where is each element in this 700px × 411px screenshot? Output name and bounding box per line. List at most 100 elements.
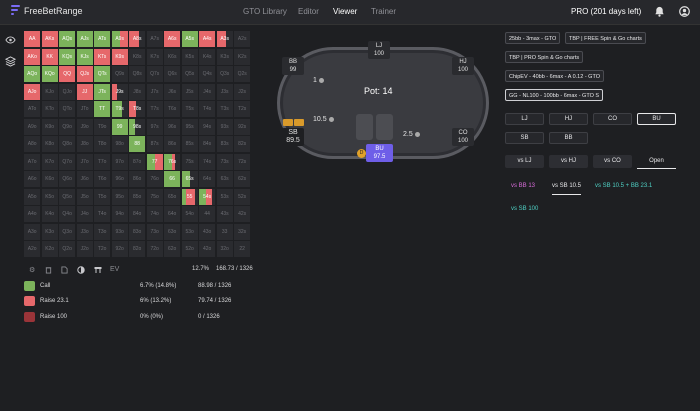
hand-cell[interactable]: T9s (111, 101, 128, 118)
hand-cell[interactable]: T7s (146, 101, 163, 118)
hand-cell[interactable]: Q7o (59, 153, 76, 170)
hand-cell[interactable]: 43s (216, 206, 233, 223)
hand-cell[interactable]: Q4s (199, 66, 216, 83)
hand-cell[interactable]: 52s (234, 188, 251, 205)
hand-cell[interactable]: 92s (234, 118, 251, 135)
hand-cell[interactable]: 55 (181, 188, 198, 205)
hand-cell[interactable]: A8s (129, 31, 146, 48)
hand-cell[interactable]: Q2o (59, 241, 76, 258)
hand-cell[interactable]: K9o (41, 118, 58, 135)
eye-icon[interactable] (4, 35, 16, 47)
hand-cell[interactable]: Q4o (59, 206, 76, 223)
hand-cell[interactable]: J8o (76, 136, 93, 153)
line-vs-sb-10-5[interactable]: vs SB 10.5 (552, 181, 582, 195)
position-hj[interactable]: HJ (549, 113, 588, 125)
hand-cell[interactable]: A4o (24, 206, 41, 223)
hand-cell[interactable]: Q8s (129, 66, 146, 83)
hand-cell[interactable]: Q9s (111, 66, 128, 83)
hand-cell[interactable]: 97o (111, 153, 128, 170)
hand-cell[interactable]: 85s (181, 136, 198, 153)
hand-cell[interactable]: A8o (24, 136, 41, 153)
hand-cell[interactable]: 77 (146, 153, 163, 170)
seat-hj[interactable]: HJ 100 (452, 57, 474, 75)
hand-cell[interactable]: A6s (164, 31, 181, 48)
hand-cell[interactable]: 95s (181, 118, 198, 135)
hand-cell[interactable]: T5s (181, 101, 198, 118)
hand-cell[interactable]: 82o (129, 241, 146, 258)
hand-cell[interactable]: AJo (24, 83, 41, 100)
hand-cell[interactable]: 84o (129, 206, 146, 223)
hand-cell[interactable]: 86o (129, 171, 146, 188)
hand-cell[interactable]: 32s (234, 223, 251, 240)
hand-cell[interactable]: KK (41, 48, 58, 65)
hand-cell[interactable]: J2o (76, 241, 93, 258)
hand-cell[interactable]: 64o (164, 206, 181, 223)
hand-cell[interactable]: 88 (129, 136, 146, 153)
hand-cell[interactable]: 72s (234, 153, 251, 170)
hand-cell[interactable]: T6s (164, 101, 181, 118)
hand-cell[interactable]: Q2s (234, 66, 251, 83)
hand-cell[interactable]: J9s (111, 83, 128, 100)
hand-cell[interactable]: QQ (59, 66, 76, 83)
hand-cell[interactable]: ATo (24, 101, 41, 118)
hand-cell[interactable]: 52o (181, 241, 198, 258)
hand-cell[interactable]: Q6o (59, 171, 76, 188)
hand-cell[interactable]: 76o (146, 171, 163, 188)
hand-cell[interactable]: Q6s (164, 66, 181, 83)
contrast-icon[interactable] (77, 266, 85, 276)
hand-cell[interactable]: AKo (24, 48, 41, 65)
hand-cell[interactable]: 76s (164, 153, 181, 170)
hand-cell[interactable]: T4o (94, 206, 111, 223)
hand-cell[interactable]: A5s (181, 31, 198, 48)
hand-cell[interactable]: QJo (59, 83, 76, 100)
hand-cell[interactable]: K5s (181, 48, 198, 65)
hand-cell[interactable]: KTs (94, 48, 111, 65)
hand-cell[interactable]: 98o (111, 136, 128, 153)
hand-cell[interactable]: Q3s (216, 66, 233, 83)
hand-cell[interactable]: 94o (111, 206, 128, 223)
hand-cell[interactable]: J3s (216, 83, 233, 100)
hand-cell[interactable]: A3o (24, 223, 41, 240)
hand-cell[interactable]: J2s (234, 83, 251, 100)
hand-cell[interactable]: 44 (199, 206, 216, 223)
plan-status[interactable]: PRO (201 days left) (571, 7, 641, 16)
hand-cell[interactable]: K3s (216, 48, 233, 65)
hand-cell[interactable]: 83o (129, 223, 146, 240)
position-bb[interactable]: BB (549, 132, 588, 144)
hand-cell[interactable]: T6o (94, 171, 111, 188)
hand-cell[interactable]: K2o (41, 241, 58, 258)
hand-cell[interactable]: K4o (41, 206, 58, 223)
hand-cell[interactable]: J7o (76, 153, 93, 170)
hand-cell[interactable]: T8s (129, 101, 146, 118)
hand-cell[interactable]: Q5s (181, 66, 198, 83)
position-co[interactable]: CO (593, 113, 632, 125)
hand-cell[interactable]: Q9o (59, 118, 76, 135)
hand-cell[interactable]: J5o (76, 188, 93, 205)
hand-cell[interactable]: J8s (129, 83, 146, 100)
hand-cell[interactable]: 75s (181, 153, 198, 170)
preset-tbp-pro[interactable]: TBP | PRO Spin & Go charts (505, 51, 584, 63)
tab-open[interactable]: Open (637, 155, 676, 169)
hand-cell[interactable]: 32o (216, 241, 233, 258)
seat-sb[interactable]: SB 89.5 (282, 128, 304, 146)
hand-cell[interactable]: AQs (59, 31, 76, 48)
hand-cell[interactable]: T3s (216, 101, 233, 118)
hand-cell[interactable]: KTo (41, 101, 58, 118)
hand-cell[interactable]: A4s (199, 31, 216, 48)
hand-cell[interactable]: 63o (164, 223, 181, 240)
legend-call[interactable]: Call 6.7% (14.8%) 88.98 / 1326 (24, 281, 252, 293)
gear-icon[interactable]: ⚙ (29, 266, 35, 274)
hand-cell[interactable]: 87o (129, 153, 146, 170)
nav-viewer[interactable]: Viewer (333, 7, 357, 16)
hand-cell[interactable]: 62s (234, 171, 251, 188)
hand-cell[interactable]: AJs (76, 31, 93, 48)
hand-cell[interactable]: 65o (164, 188, 181, 205)
hand-cell[interactable]: KJs (76, 48, 93, 65)
hand-cell[interactable]: 84s (199, 136, 216, 153)
hand-cell[interactable]: K3o (41, 223, 58, 240)
hand-cell[interactable]: KQo (41, 66, 58, 83)
hand-cell[interactable]: 85o (129, 188, 146, 205)
position-lj[interactable]: LJ (505, 113, 544, 125)
hand-cell[interactable]: T9o (94, 118, 111, 135)
hand-cell[interactable]: 54o (181, 206, 198, 223)
